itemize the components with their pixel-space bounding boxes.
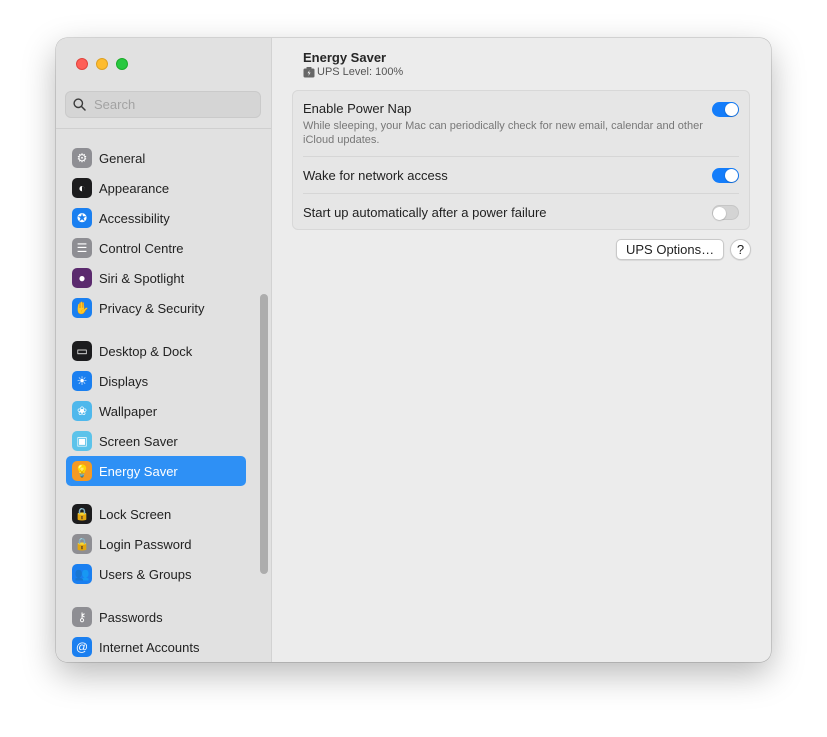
sidebar-item-passwords[interactable]: ⚷ Passwords [66,602,246,632]
sidebar-item-label: Wallpaper [99,403,158,419]
setting-row-auto-startup: Start up automatically after a power fai… [303,205,739,220]
battery-icon [303,66,315,77]
sidebar-item-users-and-groups[interactable]: 👥 Users & Groups [66,559,246,589]
sidebar-item-label: Control Centre [99,240,184,256]
sidebar-item-appearance[interactable]: ◐ Appearance [66,173,246,203]
key-icon: ⚷ [72,607,92,627]
sidebar-item-screen-saver[interactable]: ▣ Screen Saver [66,426,246,456]
sidebar-item-desktop-and-dock[interactable]: ▭ Desktop & Dock [66,336,246,366]
sidebar-item-label: Energy Saver [99,463,178,479]
sidebar-item-energy-saver[interactable]: 💡 Energy Saver [66,456,246,486]
sidebar-item-label: General [99,150,146,166]
sidebar-item-label: Desktop & Dock [99,343,193,359]
main-pane: Energy Saver UPS Level: 100% Enable Powe… [272,38,771,662]
setting-row-wake-network: Wake for network access [303,168,739,183]
appearance-icon: ◐ [72,178,92,198]
screen-saver-icon: ▣ [72,431,92,451]
sidebar-item-displays[interactable]: ☀ Displays [66,366,246,396]
sidebar-item-label: Lock Screen [99,506,172,522]
setting-label: Start up automatically after a power fai… [303,205,547,220]
lock-screen-icon: 🔒 [72,504,92,524]
setting-label: Enable Power Nap [303,101,412,116]
ups-level-status: UPS Level: 100% [303,66,403,78]
sidebar-divider [56,128,271,129]
sidebar-item-label: Siri & Spotlight [99,270,185,286]
sidebar-item-accessibility[interactable]: ✪ Accessibility [66,203,246,233]
ups-options-button[interactable]: UPS Options… [616,239,725,260]
sun-icon: ☀ [72,371,92,391]
sidebar-item-internet-accounts[interactable]: @ Internet Accounts [66,632,246,662]
search-icon [73,98,86,111]
sidebar-item-label: Users & Groups [99,566,192,582]
row-divider [303,193,739,194]
at-icon: @ [72,637,92,657]
sidebar-item-login-password[interactable]: 🔒 Login Password [66,529,246,559]
close-button[interactable] [76,58,88,70]
control-centre-icon: ☰ [72,238,92,258]
lightbulb-icon: 💡 [72,461,92,481]
gear-icon: ⚙ [72,148,92,168]
settings-window: ⚙ General ◐ Appearance ✪ Accessibility ☰ Contro… [56,38,771,662]
auto-startup-toggle[interactable] [712,205,739,220]
dock-icon: ▭ [72,341,92,361]
row-divider [303,156,739,157]
setting-label: Wake for network access [303,168,448,183]
sidebar-item-label: Displays [99,373,149,389]
wake-network-toggle[interactable] [712,168,739,183]
page-title: Energy Saver [303,50,387,65]
accessibility-icon: ✪ [72,208,92,228]
sidebar-item-label: Internet Accounts [99,639,200,655]
settings-card: Enable Power Nap While sleeping, your Ma… [292,90,750,230]
sidebar-item-label: Appearance [99,180,170,196]
setting-row-power-nap: Enable Power Nap While sleeping, your Ma… [303,101,739,147]
sidebar-nav: ⚙ General ◐ Appearance ✪ Accessibility ☰ Contro… [66,143,246,662]
users-icon: 👥 [72,564,92,584]
sidebar-item-siri-and-spotlight[interactable]: ● Siri & Spotlight [66,263,246,293]
ups-level-text: UPS Level: 100% [317,66,404,78]
sidebar-item-label: Accessibility [99,210,170,226]
toggle-knob [713,206,726,220]
sidebar-item-lock-screen[interactable]: 🔒 Lock Screen [66,499,246,529]
sidebar-item-control-centre[interactable]: ☰ Control Centre [66,233,246,263]
sidebar-item-label: Login Password [99,536,192,552]
sidebar-scrollbar[interactable] [260,294,268,574]
power-nap-toggle[interactable] [712,102,739,117]
sidebar-item-wallpaper[interactable]: ❀ Wallpaper [66,396,246,426]
window-controls [76,58,128,70]
sidebar-item-label: Passwords [99,609,163,625]
flower-icon: ❀ [72,401,92,421]
sidebar-item-general[interactable]: ⚙ General [66,143,246,173]
search-input[interactable] [92,96,256,113]
lock-icon: 🔒 [72,534,92,554]
sidebar-item-privacy-and-security[interactable]: ✋ Privacy & Security [66,293,246,323]
sidebar-item-label: Screen Saver [99,433,178,449]
search-field[interactable] [65,91,261,118]
sidebar: ⚙ General ◐ Appearance ✪ Accessibility ☰ Contro… [56,38,272,662]
maximize-button[interactable] [116,58,128,70]
setting-description: While sleeping, your Mac can periodicall… [303,120,703,146]
minimize-button[interactable] [96,58,108,70]
sidebar-item-label: Privacy & Security [99,300,205,316]
help-button[interactable]: ? [730,239,751,260]
toggle-knob [725,169,738,182]
toggle-knob [725,103,738,116]
siri-icon: ● [72,268,92,288]
hand-icon: ✋ [72,298,92,318]
